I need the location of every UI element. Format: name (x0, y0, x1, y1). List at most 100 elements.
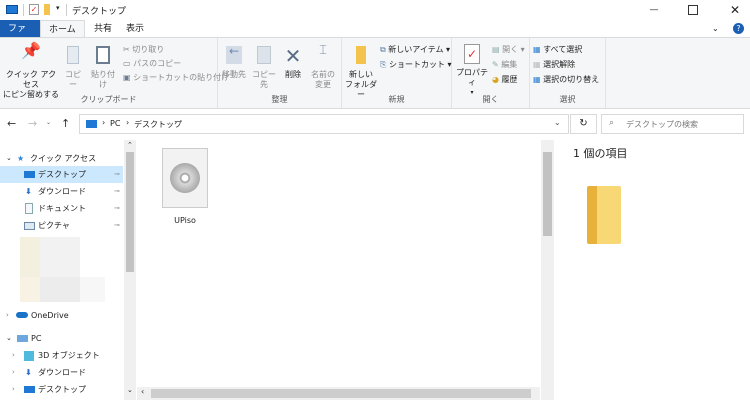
select-none-button[interactable]: ▦ 選択解除 (533, 59, 575, 70)
copy-icon (67, 46, 79, 64)
open-group-label: 開く (482, 95, 499, 104)
file-list: UPiso ‹ (137, 140, 540, 400)
clipboard-group: 📌 クイック アクセス にピン留めする コピー 貼り付け ✂ 切り取り ▭ パスの… (0, 38, 229, 108)
nav-quick-access[interactable]: ⌄ ★ クイック アクセス (0, 150, 123, 167)
history-button[interactable]: ◕ 履歴 (492, 74, 518, 85)
address-bar-row: ← → ⌄ ↑ › PC › デスクトップ › ⌄ ↻ ⌕ デスクトップの検索 (0, 110, 750, 138)
star-icon: ★ (17, 154, 25, 163)
organize-group: ← 移動先 コピー先 ✕ 削除 ⌶ 名前の 変更 整理 (218, 38, 342, 108)
paste-button[interactable]: 貼り付け (88, 46, 118, 90)
select-all-icon: ▦ (533, 45, 544, 54)
close-button[interactable]: ✕ (720, 0, 750, 20)
open-group: ✓ プロパティ ▾ ▤ 開く ▾ ✎ 編集 ◕ 履歴 開く (452, 38, 530, 108)
maximize-button[interactable] (688, 5, 698, 15)
new-folder-button[interactable]: 新しい フォルダー (344, 46, 378, 100)
delete-x-icon: ✕ (284, 44, 302, 68)
open-button[interactable]: ▤ 開く ▾ (492, 44, 525, 55)
help-icon[interactable]: ? (733, 23, 744, 34)
nav-quick-desktop[interactable]: デスクトップ ⊸ (0, 166, 123, 183)
clipboard-group-label: クリップボード (80, 95, 137, 104)
breadcrumb-pc[interactable]: PC (110, 119, 120, 128)
new-group: 新しい フォルダー ⧉ 新しいアイテム ▾ ⎘ ショートカット ▾ 新規 (342, 38, 452, 108)
tab-share[interactable]: 共有 (86, 20, 120, 38)
refresh-button[interactable]: ↻ (570, 114, 597, 134)
nav-quick-downloads[interactable]: ⬇ ダウンロード ⊸ (0, 183, 123, 200)
forward-button[interactable]: → (28, 117, 37, 130)
invert-selection-button[interactable]: ▦ 選択の切り替え (533, 74, 599, 85)
pin-icon[interactable]: ⊸ (114, 217, 120, 234)
tab-file[interactable]: ファイル (0, 20, 40, 52)
explorer-icon (6, 5, 18, 14)
new-item-button[interactable]: ⧉ 新しいアイテム ▾ (380, 44, 450, 55)
paste-shortcut-button[interactable]: ▣ ショートカットの貼り付け (123, 72, 229, 83)
copy-path-button[interactable]: ▭ パスのコピー (123, 58, 181, 69)
up-button[interactable]: ↑ (61, 117, 70, 130)
properties-button[interactable]: ✓ プロパティ ▾ (454, 44, 490, 98)
scissors-icon: ✂ (123, 45, 133, 54)
nav-onedrive[interactable]: › OneDrive (0, 307, 123, 324)
copy-button[interactable]: コピー (62, 46, 84, 90)
refresh-icon: ↻ (579, 118, 588, 129)
shortcut-paste-icon: ▣ (123, 73, 134, 82)
download-icon: ⬇ (25, 368, 32, 377)
tab-home[interactable]: ホーム (40, 20, 85, 38)
shortcut-icon: ⎘ (380, 60, 389, 69)
expand-ribbon-icon[interactable]: ⌄ (712, 24, 719, 33)
pin-icon[interactable]: ⊸ (114, 200, 120, 217)
pin-icon[interactable]: ⊸ (114, 166, 120, 183)
nav-pc-downloads[interactable]: › ⬇ ダウンロード (0, 364, 123, 381)
easy-access-button[interactable]: ⎘ ショートカット ▾ (380, 59, 452, 70)
preview-pane: 1 個の項目 (556, 140, 750, 400)
desktop-icon (24, 171, 35, 178)
rename-icon: ⌶ (319, 43, 327, 58)
move-icon: ← (226, 45, 242, 64)
horizontal-scrollbar[interactable]: ‹ (137, 387, 540, 400)
edit-button[interactable]: ✎ 編集 (492, 59, 517, 70)
edit-icon: ✎ (492, 60, 502, 69)
nav-scroll-thumb[interactable] (126, 152, 134, 272)
blurred-region (20, 237, 40, 277)
ribbon-tabs: ファイル ホーム 共有 表示 ⌄ ? (0, 20, 750, 52)
organize-group-label: 整理 (271, 95, 288, 104)
cut-button[interactable]: ✂ 切り取り (123, 44, 164, 55)
copy-to-button[interactable]: コピー先 (250, 46, 278, 90)
pin-icon: 📌 (21, 41, 41, 60)
back-button[interactable]: ← (7, 117, 16, 130)
pin-icon[interactable]: ⊸ (114, 183, 120, 200)
cube-icon (24, 351, 34, 361)
pin-quick-access-button[interactable]: 📌 クイック アクセス にピン留めする (2, 41, 60, 100)
download-icon: ⬇ (25, 187, 32, 196)
properties-quick-icon[interactable]: ✓ (29, 4, 39, 15)
search-input[interactable]: ⌕ デスクトップの検索 (601, 114, 744, 134)
search-icon: ⌕ (609, 118, 615, 128)
file-scrollbar[interactable] (541, 140, 554, 400)
pc-icon (17, 335, 28, 342)
navigation-pane: ⌄ ★ クイック アクセス デスクトップ ⊸ ⬇ ダウンロード ⊸ ドキュメント ⊸ ピクチ… (0, 140, 123, 400)
disc-image-icon (162, 148, 208, 208)
delete-button[interactable]: ✕ 削除 (282, 46, 304, 80)
nav-quick-pictures[interactable]: ピクチャ ⊸ (0, 217, 123, 234)
file-scroll-thumb[interactable] (543, 152, 552, 236)
clipboard-icon (96, 46, 110, 64)
history-icon: ◕ (492, 75, 502, 84)
nav-scrollbar[interactable]: ⌃ ⌄ (124, 140, 136, 400)
nav-3d-objects[interactable]: › 3D オブジェクト (0, 347, 123, 364)
address-dropdown-icon[interactable]: ⌄ (554, 118, 561, 127)
customize-dropdown-icon[interactable]: ▾ (56, 4, 60, 12)
nav-pc[interactable]: ⌄ PC (0, 330, 123, 347)
recent-locations-icon[interactable]: ⌄ (46, 119, 51, 126)
rename-button[interactable]: ⌶ 名前の 変更 (308, 43, 338, 90)
new-folder-quick-icon[interactable] (44, 4, 50, 15)
address-input[interactable]: › PC › デスクトップ › ⌄ (79, 114, 569, 134)
file-item[interactable]: UPiso (155, 148, 215, 228)
select-none-icon: ▦ (533, 60, 544, 69)
move-to-button[interactable]: ← 移動先 (220, 45, 248, 80)
folder-preview-icon (587, 186, 621, 244)
nav-quick-documents[interactable]: ドキュメント ⊸ (0, 200, 123, 217)
minimize-button[interactable]: — (636, 0, 672, 20)
search-placeholder: デスクトップの検索 (626, 120, 698, 129)
tab-view[interactable]: 表示 (118, 20, 152, 38)
new-group-label: 新規 (388, 95, 405, 104)
nav-pc-desktop[interactable]: › デスクトップ (0, 381, 123, 398)
select-all-button[interactable]: ▦ すべて選択 (533, 44, 582, 55)
